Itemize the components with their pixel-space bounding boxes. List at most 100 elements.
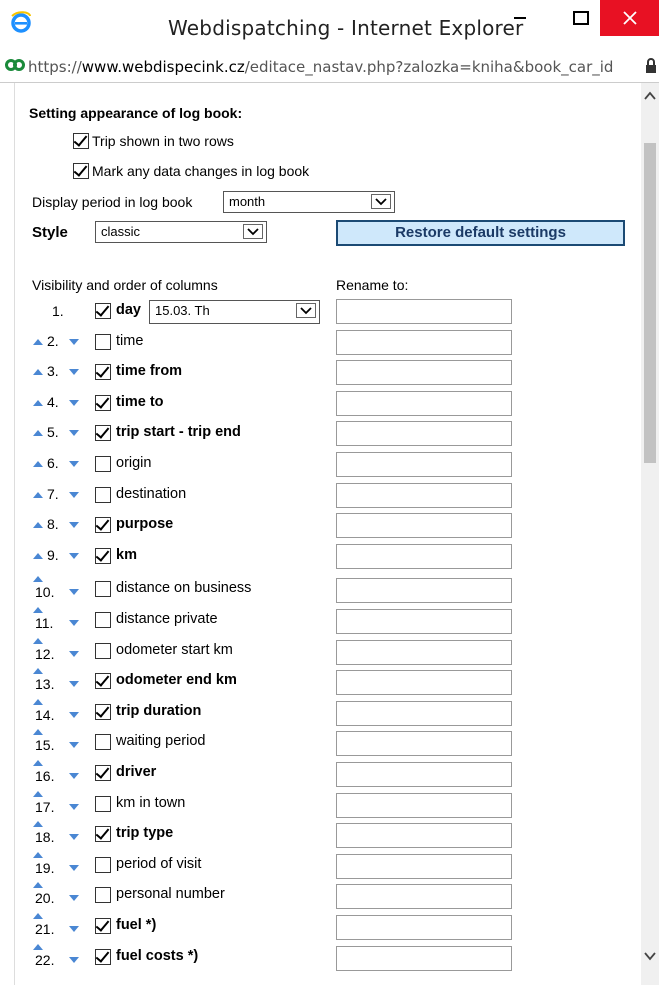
column-visibility-checkbox[interactable] <box>95 456 111 472</box>
minimize-button[interactable] <box>498 0 542 36</box>
style-select[interactable]: classic <box>95 221 267 243</box>
column-visibility-checkbox[interactable] <box>95 486 111 503</box>
move-down-arrow-icon[interactable] <box>69 956 79 963</box>
trip-two-rows-checkbox[interactable] <box>73 133 89 149</box>
column-visibility-checkbox[interactable] <box>95 581 111 598</box>
rename-input[interactable] <box>336 482 512 508</box>
rename-input[interactable] <box>336 915 512 940</box>
column-visibility-checkbox[interactable] <box>95 394 111 411</box>
column-visibility-checkbox[interactable] <box>95 612 111 628</box>
move-down-arrow-icon[interactable] <box>69 803 79 810</box>
scroll-down-icon[interactable] <box>644 951 656 961</box>
rename-input[interactable] <box>336 299 512 324</box>
rename-input[interactable] <box>336 543 512 569</box>
column-visibility-checkbox[interactable] <box>95 856 111 873</box>
rename-input[interactable] <box>336 639 512 665</box>
move-up-arrow-icon[interactable] <box>33 668 43 675</box>
rename-input[interactable] <box>336 853 512 879</box>
column-visibility-checkbox[interactable] <box>95 918 111 934</box>
column-visibility-checkbox[interactable] <box>95 734 111 751</box>
move-down-arrow-icon[interactable] <box>69 711 79 718</box>
rename-input[interactable] <box>336 823 512 849</box>
close-button[interactable] <box>600 0 659 36</box>
column-visibility-checkbox[interactable] <box>95 333 111 350</box>
rename-input[interactable] <box>336 421 512 447</box>
move-down-arrow-icon[interactable] <box>69 552 79 559</box>
move-up-arrow-icon[interactable] <box>33 369 43 376</box>
column-visibility-checkbox[interactable] <box>95 703 111 720</box>
rename-input[interactable] <box>336 390 512 416</box>
rename-input[interactable] <box>336 884 512 910</box>
move-up-arrow-icon[interactable] <box>33 576 43 583</box>
rename-input[interactable] <box>336 792 512 818</box>
move-up-arrow-icon[interactable] <box>33 522 43 529</box>
column-visibility-checkbox[interactable] <box>95 765 111 781</box>
move-up-arrow-icon[interactable] <box>33 882 43 889</box>
day-format-select[interactable]: 15.03. Th <box>149 300 320 324</box>
mark-changes-checkbox[interactable] <box>73 163 89 179</box>
column-visibility-checkbox[interactable] <box>95 303 111 319</box>
move-down-arrow-icon[interactable] <box>69 430 79 437</box>
move-up-arrow-icon[interactable] <box>33 637 43 644</box>
move-up-arrow-icon[interactable] <box>33 760 43 766</box>
move-down-arrow-icon[interactable] <box>69 773 79 779</box>
move-down-arrow-icon[interactable] <box>69 369 79 376</box>
column-visibility-checkbox[interactable] <box>95 547 111 564</box>
rename-input[interactable] <box>336 762 512 787</box>
move-down-arrow-icon[interactable] <box>69 650 79 657</box>
move-down-arrow-icon[interactable] <box>69 491 79 498</box>
move-up-arrow-icon[interactable] <box>33 491 43 498</box>
restore-default-settings-button[interactable]: Restore default settings <box>336 220 625 246</box>
move-down-arrow-icon[interactable] <box>69 620 79 626</box>
move-down-arrow-icon[interactable] <box>69 461 79 467</box>
trip-two-rows-option[interactable]: Trip shown in two rows <box>73 133 234 149</box>
rename-input[interactable] <box>336 513 512 539</box>
maximize-button[interactable] <box>559 0 603 36</box>
rename-input[interactable] <box>336 360 512 386</box>
mark-changes-option[interactable]: Mark any data changes in log book <box>73 163 309 179</box>
move-down-arrow-icon[interactable] <box>69 864 79 871</box>
column-visibility-checkbox[interactable] <box>95 795 111 812</box>
move-down-arrow-icon[interactable] <box>69 742 79 749</box>
move-down-arrow-icon[interactable] <box>69 589 79 596</box>
display-period-select[interactable]: month <box>223 191 395 213</box>
move-up-arrow-icon[interactable] <box>33 698 43 705</box>
url-text[interactable]: https://www.webdispecink.cz/editace_nast… <box>28 58 613 76</box>
column-visibility-checkbox[interactable] <box>95 887 111 904</box>
move-down-arrow-icon[interactable] <box>69 522 79 529</box>
move-up-arrow-icon[interactable] <box>33 461 43 467</box>
move-down-arrow-icon[interactable] <box>69 338 79 345</box>
scroll-up-icon[interactable] <box>644 91 656 101</box>
move-up-arrow-icon[interactable] <box>33 790 43 797</box>
rename-input[interactable] <box>336 609 512 634</box>
move-up-arrow-icon[interactable] <box>33 399 43 406</box>
column-visibility-checkbox[interactable] <box>95 642 111 659</box>
move-up-arrow-icon[interactable] <box>33 913 43 919</box>
move-down-arrow-icon[interactable] <box>69 681 79 688</box>
rename-input[interactable] <box>336 452 512 477</box>
move-up-arrow-icon[interactable] <box>33 943 43 950</box>
rename-input[interactable] <box>336 945 512 971</box>
vertical-scrollbar[interactable] <box>641 83 659 985</box>
rename-input[interactable] <box>336 329 512 355</box>
move-down-arrow-icon[interactable] <box>69 895 79 902</box>
column-visibility-checkbox[interactable] <box>95 425 111 442</box>
move-up-arrow-icon[interactable] <box>33 607 43 613</box>
scrollbar-thumb[interactable] <box>644 143 656 463</box>
column-visibility-checkbox[interactable] <box>95 948 111 965</box>
move-up-arrow-icon[interactable] <box>33 552 43 559</box>
column-visibility-checkbox[interactable] <box>95 364 111 381</box>
move-up-arrow-icon[interactable] <box>33 430 43 437</box>
column-visibility-checkbox[interactable] <box>95 673 111 690</box>
move-up-arrow-icon[interactable] <box>33 338 43 345</box>
rename-input[interactable] <box>336 731 512 757</box>
move-down-arrow-icon[interactable] <box>69 834 79 841</box>
move-up-arrow-icon[interactable] <box>33 851 43 858</box>
rename-input[interactable] <box>336 700 512 726</box>
move-up-arrow-icon[interactable] <box>33 729 43 736</box>
rename-input[interactable] <box>336 670 512 696</box>
move-up-arrow-icon[interactable] <box>33 821 43 828</box>
column-visibility-checkbox[interactable] <box>95 517 111 534</box>
move-down-arrow-icon[interactable] <box>69 926 79 932</box>
address-bar[interactable]: https://www.webdispecink.cz/editace_nast… <box>0 50 659 83</box>
